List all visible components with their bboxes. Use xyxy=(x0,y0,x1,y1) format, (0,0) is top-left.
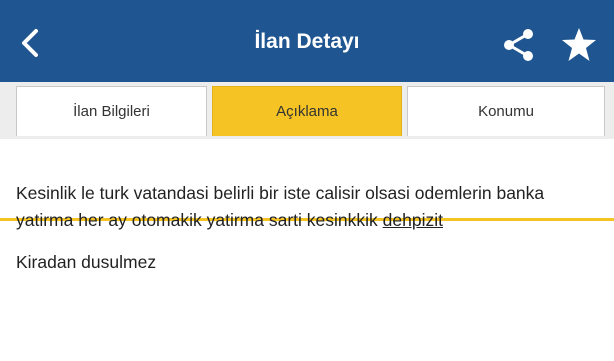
tab-bar: İlan Bilgileri Açıklama Konumu xyxy=(0,82,614,221)
top-nav-bar: İlan Detayı xyxy=(0,0,614,82)
tab-label: İlan Bilgileri xyxy=(73,103,150,120)
description-content: Kesinlik le turk vatandasi belirli bir i… xyxy=(16,180,606,276)
note-text: Kiradan dusulmez xyxy=(16,252,157,272)
description-text: Kesinlik le turk vatandasi belirli bir i… xyxy=(16,183,545,230)
tab-label: Konumu xyxy=(478,103,534,120)
tab-konumu[interactable]: Konumu xyxy=(407,86,605,136)
tab-aciklama[interactable]: Açıklama xyxy=(212,86,402,136)
description-paragraph: Kesinlik le turk vatandasi belirli bir i… xyxy=(16,180,606,234)
description-link[interactable]: dehpizit xyxy=(383,210,443,230)
tab-ilan-bilgileri[interactable]: İlan Bilgileri xyxy=(16,86,207,136)
tab-label: Açıklama xyxy=(276,103,338,120)
favorite-button[interactable] xyxy=(560,26,598,64)
share-icon xyxy=(504,29,533,61)
share-button[interactable] xyxy=(500,26,538,64)
star-icon xyxy=(562,28,596,61)
